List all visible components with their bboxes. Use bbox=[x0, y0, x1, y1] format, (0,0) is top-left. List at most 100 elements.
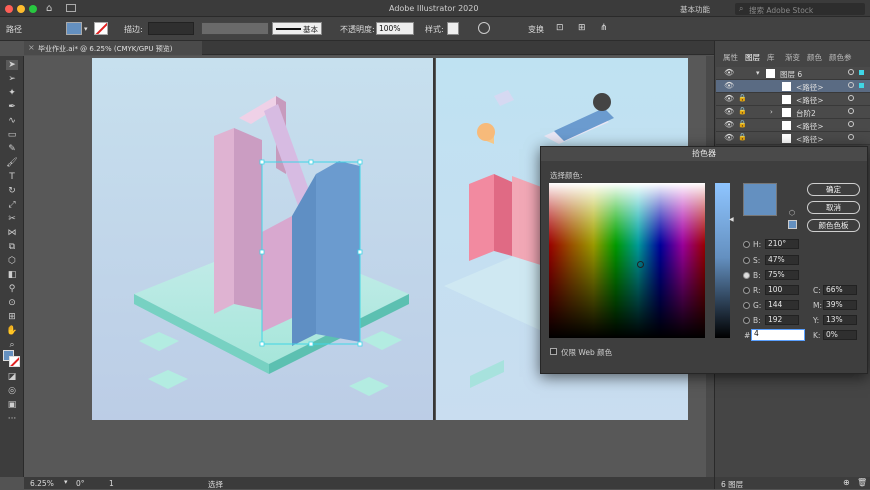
direct-selection-tool-icon[interactable]: ➢ bbox=[6, 74, 18, 84]
r-radio[interactable] bbox=[743, 287, 750, 294]
cancel-button[interactable]: 取消 bbox=[807, 201, 860, 214]
tab-color-guide[interactable]: 颜色参 bbox=[829, 52, 852, 64]
eyedropper-tool-icon[interactable]: ⚲ bbox=[6, 284, 18, 294]
h-radio[interactable] bbox=[743, 241, 750, 248]
stroke-color-swatch[interactable] bbox=[9, 356, 20, 367]
tab-color[interactable]: 颜色 bbox=[807, 52, 822, 64]
layer-row[interactable]: 👁 ▾ 图层 6 bbox=[716, 67, 870, 80]
expand-icon[interactable]: › bbox=[770, 108, 773, 116]
rectangle-tool-icon[interactable]: ▭ bbox=[6, 130, 18, 140]
tab-layers[interactable]: 图层 bbox=[745, 52, 760, 64]
zoom-level[interactable]: 6.25% bbox=[30, 479, 54, 488]
lock-icon[interactable]: 🔒 bbox=[738, 94, 747, 102]
tab-properties[interactable]: 属性 bbox=[723, 52, 738, 64]
visibility-icon[interactable]: 👁 bbox=[724, 81, 734, 90]
variable-width-dropdown[interactable] bbox=[201, 22, 269, 35]
opacity-field[interactable]: 100% bbox=[376, 22, 414, 35]
more-tools-icon[interactable]: ··· bbox=[6, 414, 18, 424]
zoom-window-button[interactable] bbox=[29, 5, 37, 13]
chevron-down-icon[interactable]: ▾ bbox=[84, 25, 88, 33]
color-spectrum-field[interactable] bbox=[549, 183, 705, 338]
expand-icon[interactable]: ▾ bbox=[756, 69, 760, 77]
web-only-checkbox[interactable] bbox=[550, 348, 557, 355]
m-field[interactable]: 39% bbox=[823, 300, 857, 310]
target-icon[interactable] bbox=[848, 82, 854, 88]
layer-row[interactable]: 👁 🔒 <路径> bbox=[716, 132, 870, 145]
type-tool-icon[interactable]: T bbox=[6, 172, 18, 182]
magic-wand-tool-icon[interactable]: ✦ bbox=[6, 88, 18, 98]
stock-search-field[interactable]: ⌕ 搜索 Adobe Stock bbox=[735, 3, 865, 15]
hand-tool-icon[interactable]: ✋ bbox=[6, 326, 18, 336]
target-icon[interactable] bbox=[848, 95, 854, 101]
g-field[interactable]: 144 bbox=[765, 300, 799, 310]
stroke-weight-field[interactable] bbox=[148, 22, 194, 35]
transform-button[interactable]: 变换 bbox=[528, 24, 544, 35]
color-swatches-button[interactable]: 颜色色板 bbox=[807, 219, 860, 232]
pen-tool-icon[interactable]: ✒ bbox=[6, 102, 18, 112]
home-icon[interactable]: ⌂ bbox=[46, 3, 52, 14]
artboard-tool-icon[interactable]: ⊞ bbox=[6, 312, 18, 322]
workspace-switcher[interactable]: 基本功能 bbox=[680, 4, 710, 15]
blue-radio[interactable] bbox=[743, 317, 750, 324]
new-layer-icon[interactable]: ⊕ bbox=[843, 478, 850, 487]
close-window-button[interactable] bbox=[5, 5, 13, 13]
target-icon[interactable] bbox=[848, 134, 854, 140]
stroke-swatch[interactable] bbox=[94, 22, 108, 35]
workspace-layout-icon[interactable] bbox=[66, 4, 76, 12]
isolate-icon[interactable]: ⊞ bbox=[578, 23, 586, 33]
arrange-icon[interactable]: ⋔ bbox=[600, 23, 608, 33]
align-icon[interactable]: ⊡ bbox=[556, 23, 564, 33]
width-tool-icon[interactable]: ⋈ bbox=[6, 228, 18, 238]
slider-handle-icon[interactable]: ◀ bbox=[729, 216, 734, 223]
layer-row[interactable]: 👁 🔒 <路径> bbox=[716, 119, 870, 132]
r-field[interactable]: 100 bbox=[765, 285, 799, 295]
visibility-icon[interactable]: 👁 bbox=[724, 133, 734, 142]
tab-gradient[interactable]: 渐变 bbox=[785, 52, 800, 64]
screen-mode-icon[interactable]: ▣ bbox=[6, 400, 18, 410]
delete-layer-icon[interactable]: 🗑 bbox=[857, 478, 867, 487]
y-field[interactable]: 13% bbox=[823, 315, 857, 325]
fill-swatch[interactable] bbox=[66, 22, 82, 35]
lock-icon[interactable]: 🔒 bbox=[738, 133, 747, 141]
zoom-dropdown-icon[interactable]: ▾ bbox=[64, 478, 68, 486]
color-selector-marker[interactable] bbox=[637, 261, 644, 268]
shape-builder-tool-icon[interactable]: ⬡ bbox=[6, 256, 18, 266]
target-icon[interactable] bbox=[848, 121, 854, 127]
b-radio[interactable] bbox=[743, 272, 750, 279]
rotation-value[interactable]: 0° bbox=[76, 479, 85, 488]
hex-field[interactable]: 4 bbox=[751, 329, 805, 341]
b-field[interactable]: 75% bbox=[765, 270, 799, 280]
brightness-slider[interactable] bbox=[715, 183, 730, 338]
s-field[interactable]: 47% bbox=[765, 255, 799, 265]
tab-libraries[interactable]: 库 bbox=[767, 52, 775, 64]
layer-row[interactable]: 👁 <路径> bbox=[716, 80, 870, 93]
gradient-tool-icon[interactable]: ◧ bbox=[6, 270, 18, 280]
lock-icon[interactable]: 🔒 bbox=[738, 107, 747, 115]
h-field[interactable]: 210° bbox=[765, 239, 799, 249]
scale-tool-icon[interactable]: ⤢ bbox=[6, 200, 18, 210]
k-field[interactable]: 0% bbox=[823, 330, 857, 340]
rotate-tool-icon[interactable]: ↻ bbox=[6, 186, 18, 196]
lock-icon[interactable]: 🔒 bbox=[738, 120, 747, 128]
curvature-tool-icon[interactable]: ∿ bbox=[6, 116, 18, 126]
color-mode-icon[interactable]: ◪ bbox=[6, 372, 18, 382]
visibility-icon[interactable]: 👁 bbox=[724, 94, 734, 103]
zoom-tool-icon[interactable]: ⌕ bbox=[6, 340, 18, 350]
brush-dropdown[interactable]: 基本 bbox=[272, 22, 322, 35]
free-transform-tool-icon[interactable]: ⧉ bbox=[6, 242, 18, 252]
g-radio[interactable] bbox=[743, 302, 750, 309]
pencil-tool-icon[interactable]: ✎ bbox=[6, 144, 18, 154]
blue-field[interactable]: 192 bbox=[765, 315, 799, 325]
brush-tool-icon[interactable]: 🖌 bbox=[6, 158, 18, 168]
target-icon[interactable] bbox=[848, 69, 854, 75]
blend-tool-icon[interactable]: ⊙ bbox=[6, 298, 18, 308]
close-tab-icon[interactable]: × bbox=[28, 43, 35, 52]
visibility-icon[interactable]: 👁 bbox=[724, 107, 734, 116]
scissors-tool-icon[interactable]: ✂ bbox=[6, 214, 18, 224]
recolor-icon[interactable] bbox=[478, 22, 490, 34]
selection-tool-icon[interactable]: ➤ bbox=[6, 60, 18, 70]
minimize-window-button[interactable] bbox=[17, 5, 25, 13]
layer-row[interactable]: 👁 🔒 › 台阶2 bbox=[716, 106, 870, 119]
layer-row[interactable]: 👁 🔒 <路径> bbox=[716, 93, 870, 106]
draw-mode-icon[interactable]: ◎ bbox=[6, 386, 18, 396]
